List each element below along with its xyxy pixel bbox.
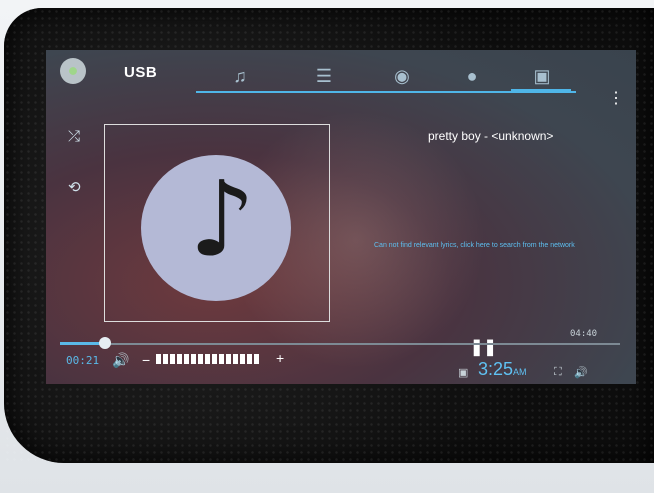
progress-track[interactable] xyxy=(60,343,620,345)
album-art: ♪ xyxy=(104,124,330,322)
volume-step xyxy=(247,354,252,364)
artist-icon: ● xyxy=(466,66,478,86)
volume-step xyxy=(226,354,231,364)
volume-icon[interactable]: 🔊 xyxy=(112,352,129,369)
volume-up-button[interactable]: + xyxy=(276,350,284,366)
disc-icon: ◉ xyxy=(394,66,410,86)
volume-step xyxy=(212,354,217,364)
progress-thumb[interactable] xyxy=(99,337,111,349)
tab-artists[interactable]: ● xyxy=(458,64,486,88)
tab-playlists[interactable]: ☰ xyxy=(310,64,338,88)
volume-bar[interactable] xyxy=(156,354,259,364)
shuffle-icon[interactable]: ⤮ xyxy=(68,128,80,145)
volume-step xyxy=(205,354,210,364)
volume-step xyxy=(163,354,168,364)
volume-down-button[interactable]: − xyxy=(142,352,150,368)
volume-step xyxy=(233,354,238,364)
now-playing-icon: ▣ xyxy=(533,66,551,86)
total-time: 04:40 xyxy=(570,329,598,339)
song-artist: <unknown> xyxy=(491,129,554,143)
music-note-icon: ♫ xyxy=(233,66,247,86)
lyrics-search-link[interactable]: Can not find relevant lyrics, click here… xyxy=(374,242,575,249)
music-note-icon: ♪ xyxy=(189,158,256,280)
tab-songs[interactable]: ♫ xyxy=(226,64,254,88)
tab-now-playing[interactable]: ▣ xyxy=(528,64,556,88)
song-separator: - xyxy=(480,129,492,143)
status-volume-icon[interactable]: 🔊 xyxy=(574,366,588,379)
screenshot-icon[interactable]: ⛶ xyxy=(554,366,562,379)
volume-step xyxy=(177,354,182,364)
album-art-placeholder: ♪ xyxy=(141,155,291,301)
tab-albums[interactable]: ◉ xyxy=(388,64,416,88)
elapsed-time: 00:21 xyxy=(66,354,100,367)
music-app-icon[interactable] xyxy=(60,58,86,84)
overflow-menu-icon[interactable]: ⋮ xyxy=(608,88,624,108)
volume-step xyxy=(184,354,189,364)
screen: USB ♫ ☰ ◉ ● ▣ ⋮ ⤮ ⟲ ♪ pretty boy - <unkn… xyxy=(46,50,636,384)
status-clock: 3:25AM xyxy=(478,359,527,380)
volume-step xyxy=(170,354,175,364)
volume-step xyxy=(198,354,203,364)
repeat-icon[interactable]: ⟲ xyxy=(68,178,81,196)
volume-step xyxy=(156,354,161,364)
tab-active-indicator xyxy=(511,89,571,93)
volume-step xyxy=(219,354,224,364)
tablet-device: USB ♫ ☰ ◉ ● ▣ ⋮ ⤮ ⟲ ♪ pretty boy - <unkn… xyxy=(4,8,654,463)
clock-time: 3:25 xyxy=(478,359,514,379)
playlist-icon: ☰ xyxy=(315,66,333,86)
pause-icon[interactable]: ❚❚ xyxy=(470,337,497,357)
song-title: pretty boy xyxy=(428,129,481,143)
media-notification-icon: ▣ xyxy=(458,367,469,379)
source-label[interactable]: USB xyxy=(124,64,157,81)
top-bar: USB ♫ ☰ ◉ ● ▣ ⋮ xyxy=(46,50,636,107)
volume-step xyxy=(191,354,196,364)
song-title-line: pretty boy - <unknown> xyxy=(428,129,553,143)
volume-step xyxy=(240,354,245,364)
clock-ampm: AM xyxy=(513,367,527,377)
volume-step xyxy=(254,354,259,364)
